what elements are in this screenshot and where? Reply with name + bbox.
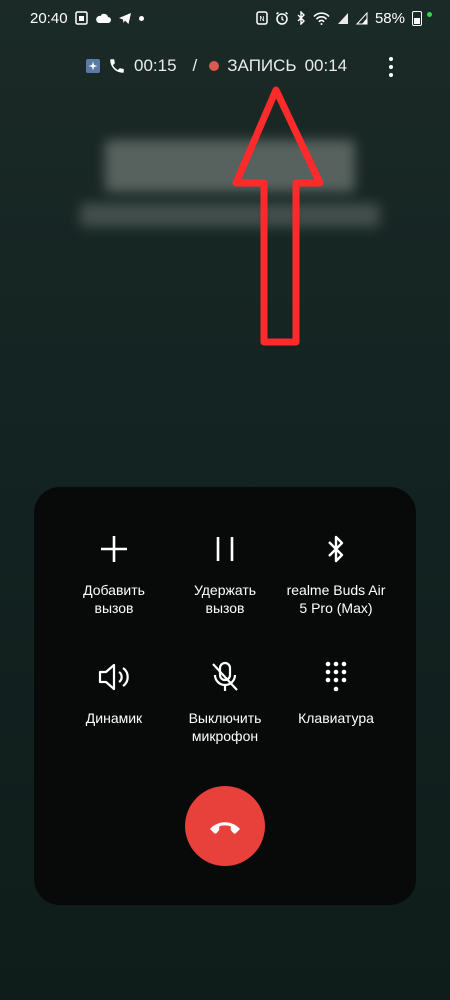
sim-icon <box>74 11 88 25</box>
sim-badge-icon <box>86 59 100 73</box>
mic-off-icon <box>209 657 241 697</box>
keypad-button[interactable]: Клавиатура <box>276 657 396 727</box>
end-call-button[interactable] <box>185 786 265 866</box>
mute-button[interactable]: Выключить микрофон <box>165 657 285 745</box>
bluetooth-device-label: realme Buds Air 5 Pro (Max) <box>286 582 386 616</box>
alarm-icon <box>275 11 289 25</box>
keypad-icon <box>324 657 348 697</box>
telegram-icon <box>118 12 132 25</box>
pause-icon <box>214 529 236 569</box>
signal-icon <box>337 12 349 25</box>
annotation-arrow <box>232 86 324 346</box>
battery-percent: 58% <box>374 9 405 27</box>
cloud-icon <box>95 13 111 24</box>
status-time: 20:40 <box>30 9 68 27</box>
hold-call-label: Удержать вызов <box>193 582 257 616</box>
speaker-button[interactable]: Динамик <box>54 657 174 727</box>
recording-label[interactable]: ЗАПИСЬ <box>227 56 296 76</box>
bluetooth-icon <box>296 11 306 25</box>
mute-label: Выключить микрофон <box>188 710 262 744</box>
recording-time: 00:14 <box>304 56 348 75</box>
add-call-label: Добавить вызов <box>83 582 145 616</box>
call-duration: 00:15 <box>134 56 177 75</box>
record-dot-icon <box>209 61 220 71</box>
privacy-indicator-icon <box>427 11 432 17</box>
bluetooth-device-button[interactable]: realme Buds Air 5 Pro (Max) <box>276 529 396 617</box>
notification-dot-icon <box>138 15 144 21</box>
battery-icon <box>412 10 422 26</box>
plus-icon <box>99 529 129 569</box>
status-bar: 20:40 N 58% <box>0 0 450 36</box>
svg-text:N: N <box>259 15 264 23</box>
nfc-icon: N <box>256 11 268 25</box>
keypad-label: Клавиатура <box>298 710 374 726</box>
hold-call-button[interactable]: Удержать вызов <box>165 529 285 617</box>
more-options-icon[interactable] <box>389 57 393 77</box>
speaker-label: Динамик <box>85 710 143 726</box>
signal-icon <box>355 11 368 25</box>
bluetooth-icon <box>326 529 346 569</box>
hang-up-icon <box>207 816 243 836</box>
call-info-bar: 00:15 / ЗАПИСЬ 00:14 <box>86 56 347 76</box>
wifi-icon <box>313 11 330 25</box>
phone-icon <box>108 57 126 75</box>
separator: / <box>192 56 198 75</box>
add-call-button[interactable]: Добавить вызов <box>54 529 174 617</box>
speaker-icon <box>97 657 131 697</box>
